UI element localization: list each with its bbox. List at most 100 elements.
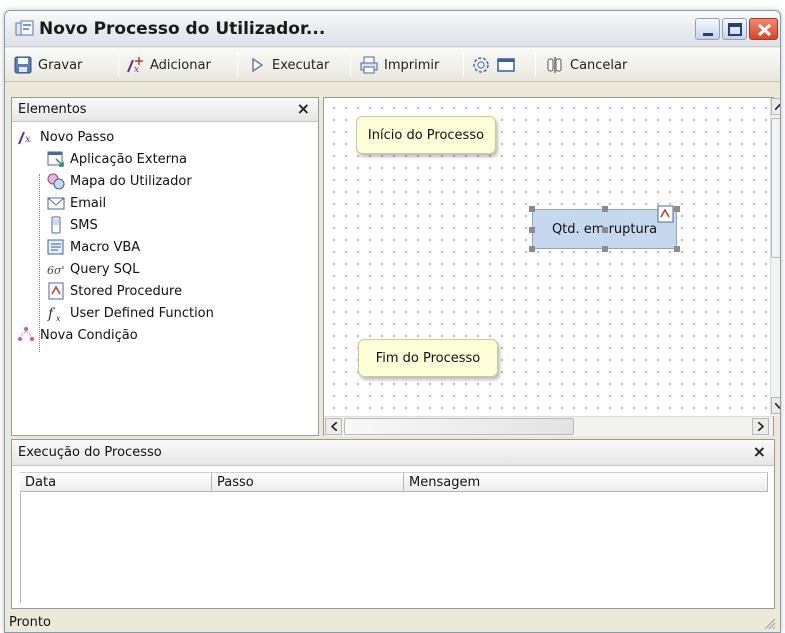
- function-icon: f x: [47, 306, 61, 323]
- tree-item-label: Mapa do Utilizador: [70, 173, 192, 189]
- add-label: Adicionar: [150, 57, 211, 73]
- chevron-right-icon: [757, 422, 764, 431]
- tree-item-aplicacao-externa[interactable]: Aplicação Externa: [46, 148, 187, 170]
- execution-log-list[interactable]: [20, 493, 776, 603]
- tree-item-macro-vba[interactable]: Macro VBA: [46, 236, 140, 258]
- tree-item-label: Aplicação Externa: [70, 151, 188, 167]
- scroll-up-button[interactable]: [771, 98, 780, 115]
- play-icon: [252, 57, 264, 73]
- status-bar: Pronto: [5, 613, 780, 632]
- toolbar: Gravar x Adicionar Executar Imprimir Can…: [5, 48, 780, 82]
- tree-item-nova-condicao[interactable]: Nova Condição: [16, 324, 138, 346]
- column-header-passo[interactable]: Passo: [212, 472, 404, 492]
- execution-panel-header: Execução do Processo ×: [12, 440, 774, 466]
- save-button[interactable]: Gravar: [13, 53, 82, 77]
- cancel-icon: [547, 57, 562, 73]
- resize-handle[interactable]: [529, 227, 535, 233]
- svg-text:x: x: [25, 134, 31, 145]
- resize-handle[interactable]: [529, 246, 535, 252]
- close-elements-panel-button[interactable]: ×: [297, 99, 310, 118]
- tree-item-novo-passo[interactable]: x Novo Passo: [16, 126, 114, 148]
- end-node-label: Fim do Processo: [375, 350, 481, 366]
- cancel-label: Cancelar: [570, 57, 628, 73]
- vba-macro-icon: [47, 239, 64, 255]
- resize-handle[interactable]: [602, 246, 608, 252]
- column-header-label: Mensagem: [409, 475, 481, 490]
- toolbar-separator: [463, 53, 464, 77]
- minimize-button[interactable]: [695, 18, 720, 40]
- scroll-left-button[interactable]: [325, 418, 342, 435]
- settings-button[interactable]: [471, 53, 491, 77]
- vertical-scroll-thumb[interactable]: [771, 118, 780, 258]
- add-step-icon: x: [127, 57, 143, 75]
- new-condition-icon: [18, 327, 34, 341]
- end-process-node[interactable]: Fim do Processo: [358, 339, 498, 377]
- elements-panel: Elementos × x Novo Passo Aplicação Exter…: [11, 97, 319, 436]
- column-header-mensagem[interactable]: Mensagem: [404, 472, 768, 492]
- stored-procedure-icon: [657, 205, 674, 223]
- tree-item-user-defined-function[interactable]: f x User Defined Function: [46, 302, 214, 324]
- elements-panel-header: Elementos ×: [12, 98, 318, 122]
- vertical-scrollbar[interactable]: [770, 98, 780, 416]
- resize-grip-icon[interactable]: [764, 618, 776, 630]
- resize-handle[interactable]: [529, 206, 535, 212]
- print-label: Imprimir: [384, 57, 440, 73]
- run-button[interactable]: Executar: [247, 53, 329, 77]
- close-execution-panel-button[interactable]: ×: [753, 442, 766, 461]
- tree-item-label: Email: [70, 195, 107, 211]
- gear-icon: [473, 57, 489, 73]
- process-app-icon: [15, 20, 35, 38]
- resize-handle[interactable]: [602, 206, 608, 212]
- process-editor-window: Novo Processo do Utilizador... Gravar x: [4, 10, 781, 633]
- stored-procedure-icon: [48, 282, 64, 300]
- svg-text:x: x: [134, 65, 139, 75]
- mobile-phone-icon: [51, 216, 61, 234]
- add-button[interactable]: x Adicionar: [125, 53, 211, 77]
- tree-item-email[interactable]: Email: [46, 192, 106, 214]
- tree-item-query-sql[interactable]: 6σ' Query SQL: [46, 258, 139, 280]
- printer-icon: [360, 56, 378, 74]
- svg-text:f: f: [47, 306, 56, 322]
- execution-panel-title: Execução do Processo: [18, 445, 162, 460]
- tree-item-mapa-do-utilizador[interactable]: Mapa do Utilizador: [46, 170, 192, 192]
- new-step-icon: x: [18, 131, 31, 145]
- chevron-down-icon: [775, 402, 780, 409]
- user-map-icon: [47, 173, 65, 190]
- external-app-icon: [47, 151, 64, 167]
- chevron-up-icon: [775, 103, 780, 110]
- tree-item-sms[interactable]: SMS: [46, 214, 98, 236]
- resize-handle[interactable]: [602, 227, 608, 233]
- execution-panel: Execução do Processo × Data Passo Mensag…: [11, 439, 775, 609]
- title-bar[interactable]: Novo Processo do Utilizador...: [5, 11, 780, 47]
- tree-item-label: SMS: [70, 217, 98, 233]
- email-icon: [47, 197, 65, 210]
- window-title: Novo Processo do Utilizador...: [39, 19, 326, 39]
- window-view-button[interactable]: [496, 53, 516, 77]
- column-header-data[interactable]: Data: [20, 472, 212, 492]
- scroll-right-button[interactable]: [752, 418, 769, 435]
- window-icon: [497, 58, 515, 72]
- tree-item-label: User Defined Function: [70, 305, 214, 321]
- tree-item-label: Stored Procedure: [70, 283, 183, 299]
- print-button[interactable]: Imprimir: [359, 53, 439, 77]
- column-header-label: Data: [25, 475, 57, 490]
- tree-item-stored-procedure[interactable]: Stored Procedure: [46, 280, 182, 302]
- horizontal-scrollbar[interactable]: [324, 416, 773, 436]
- maximize-button[interactable]: [722, 18, 747, 40]
- resize-handle[interactable]: [674, 246, 680, 252]
- close-window-button[interactable]: [749, 18, 778, 40]
- tree-item-label: Query SQL: [70, 261, 140, 277]
- status-text: Pronto: [9, 615, 51, 630]
- tree-item-label: Novo Passo: [40, 129, 115, 145]
- toolbar-separator: [237, 53, 238, 77]
- toolbar-separator: [350, 53, 351, 77]
- process-canvas[interactable]: Início do Processo Qtd. em ruptura Fim d…: [323, 97, 780, 436]
- scroll-down-button[interactable]: [771, 397, 780, 414]
- toolbar-separator: [118, 53, 119, 77]
- start-process-node[interactable]: Início do Processo: [356, 116, 496, 154]
- cancel-button[interactable]: Cancelar: [545, 53, 627, 77]
- column-header-label: Passo: [217, 475, 254, 490]
- horizontal-scroll-thumb[interactable]: [344, 418, 574, 435]
- svg-text:x: x: [56, 314, 61, 323]
- save-label: Gravar: [38, 57, 83, 73]
